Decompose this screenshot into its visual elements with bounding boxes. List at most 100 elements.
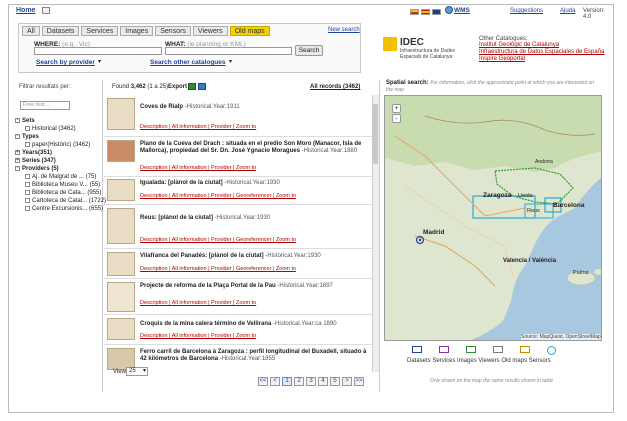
map-thumbnail[interactable] xyxy=(107,179,135,201)
provider-item[interactable]: Centre Excursionis... (655) xyxy=(15,205,106,213)
expand-icon[interactable]: + xyxy=(15,149,20,155)
catalan-flag-icon[interactable] xyxy=(410,9,419,15)
tab-services[interactable]: Services xyxy=(81,26,119,36)
collapse-icon[interactable]: - xyxy=(15,117,20,123)
map-canvas[interactable] xyxy=(385,96,602,341)
scrollbar-thumb[interactable] xyxy=(373,104,378,164)
last-page-button[interactable]: >> xyxy=(354,377,364,386)
result-item[interactable]: Igualada: [plànol de la ciutat] -Histori… xyxy=(104,177,372,205)
tab-sensors[interactable]: Sensors xyxy=(155,26,191,36)
result-links[interactable]: Description | All information | Provider… xyxy=(140,237,296,243)
provider-item[interactable]: Cartoteca de Catal... (1722) xyxy=(15,197,106,205)
tab-viewers[interactable]: Viewers xyxy=(192,26,228,36)
chevron-down-icon[interactable]: ▾ xyxy=(229,58,232,65)
checkbox[interactable] xyxy=(25,141,30,147)
result-links[interactable]: Description | All information | Provider… xyxy=(140,300,256,306)
tree-years[interactable]: + Years(351) xyxy=(15,149,106,157)
result-links[interactable]: Description | All information | Provider… xyxy=(140,266,296,272)
catalogue-link-inspire[interactable]: Inspire Geoportal xyxy=(479,56,604,63)
result-item[interactable]: Croquis de la mina calera término de Vel… xyxy=(104,315,372,345)
chevron-down-icon[interactable]: ▾ xyxy=(98,58,101,65)
page-5-button[interactable]: 5 xyxy=(330,377,340,386)
first-page-button[interactable]: << xyxy=(258,377,268,386)
tree-series[interactable]: + Series (347) xyxy=(15,157,106,165)
page-2-button[interactable]: 2 xyxy=(294,377,304,386)
next-page-button[interactable]: > xyxy=(342,377,352,386)
result-title[interactable]: Igualada: [plànol de la ciutat] -Histori… xyxy=(140,180,370,187)
tab-images[interactable]: Images xyxy=(120,26,154,36)
map-thumbnail[interactable] xyxy=(107,252,135,276)
result-item[interactable]: Projecte de reforma de la Plaça Portal d… xyxy=(104,279,372,315)
zoom-out-button[interactable]: - xyxy=(392,114,401,123)
home-icon[interactable] xyxy=(42,7,50,14)
free-text-input[interactable]: Free text... xyxy=(20,101,70,110)
collapse-icon[interactable]: - xyxy=(15,133,20,139)
tree-providers[interactable]: - Providers (5) xyxy=(15,165,106,173)
search-button[interactable]: Search xyxy=(295,45,323,56)
result-title[interactable]: Ferro carril de Barcelona à Zaragoza : p… xyxy=(140,349,370,363)
checkbox[interactable] xyxy=(25,173,30,179)
suggestions-link[interactable]: Suggestions xyxy=(510,8,543,14)
map-view[interactable]: Zaragoza Lleida Barcelona Reus Madrid Va… xyxy=(384,95,602,341)
map-thumbnail[interactable] xyxy=(107,98,135,130)
result-item[interactable]: Plano de la Cueva del Drach : situada en… xyxy=(104,137,372,177)
what-input[interactable] xyxy=(165,47,292,55)
result-item[interactable]: Coves de Rialp -Historical.Year:1911 Des… xyxy=(104,95,372,137)
result-title[interactable]: Projecte de reforma de la Plaça Portal d… xyxy=(140,283,370,290)
result-links[interactable]: Description | All information | Provider… xyxy=(140,165,256,171)
provider-item[interactable]: Aj. de Malgrat de ... (75) xyxy=(15,173,106,181)
result-title[interactable]: Vilafranca del Panadés: [plànol de la ci… xyxy=(140,253,370,260)
checkbox[interactable] xyxy=(25,197,30,203)
map-thumbnail[interactable] xyxy=(107,282,135,312)
result-title[interactable]: Plano de la Cueva del Drach : situada en… xyxy=(140,141,370,155)
language-flags xyxy=(410,9,441,15)
page-size-select[interactable]: 25 ▾ xyxy=(126,367,148,376)
result-title[interactable]: Croquis de la mina calera término de Vel… xyxy=(140,321,370,328)
tree-sets[interactable]: - Sets xyxy=(15,117,106,125)
zoom-in-button[interactable]: + xyxy=(392,104,401,113)
kml-export-icon[interactable] xyxy=(198,83,206,90)
search-by-provider-link[interactable]: Search by provider xyxy=(36,59,95,66)
tab-old-maps[interactable]: Old maps xyxy=(229,26,270,36)
prev-page-button[interactable]: < xyxy=(270,377,280,386)
map-thumbnail[interactable] xyxy=(107,208,135,244)
english-flag-icon[interactable] xyxy=(432,9,441,15)
expand-icon[interactable]: + xyxy=(15,157,20,163)
result-item[interactable]: Vilafranca del Panadés: [plànol de la ci… xyxy=(104,249,372,279)
search-other-catalogues-link[interactable]: Search other catalogues xyxy=(150,59,226,66)
map-thumbnail[interactable] xyxy=(107,140,135,162)
page-4-button[interactable]: 4 xyxy=(318,377,328,386)
tree-sets-historical[interactable]: Historical (3462) xyxy=(15,125,106,133)
checkbox[interactable] xyxy=(25,125,30,131)
result-meta: -Historical.Year:1911 xyxy=(184,104,240,110)
catalogue-link-igc[interactable]: Institut Geològic de Catalunya xyxy=(479,42,604,49)
tab-datasets[interactable]: Datasets xyxy=(41,26,80,36)
tree-types[interactable]: - Types xyxy=(15,133,106,141)
result-links[interactable]: Description | All information | Provider… xyxy=(140,193,296,199)
where-input[interactable] xyxy=(34,47,162,55)
map-thumbnail[interactable] xyxy=(107,318,135,340)
checkbox[interactable] xyxy=(25,205,30,211)
provider-item[interactable]: Biblioteca Museu V... (55) xyxy=(15,181,106,189)
new-search-link[interactable]: New search xyxy=(328,27,360,33)
excel-export-icon[interactable] xyxy=(188,83,196,90)
tree-types-paper[interactable]: paper(Històric) (3462) xyxy=(15,141,106,149)
catalogue-link-idee[interactable]: Infraestructura de Datos Espaciales de E… xyxy=(479,49,604,56)
provider-item[interactable]: Biblioteca de Cata... (955) xyxy=(15,189,106,197)
page-3-button[interactable]: 3 xyxy=(306,377,316,386)
wms-link[interactable]: WMS xyxy=(454,7,470,14)
spanish-flag-icon[interactable] xyxy=(421,9,430,15)
collapse-icon[interactable]: - xyxy=(15,165,20,171)
help-link[interactable]: Ajuda xyxy=(560,8,575,14)
home-link[interactable]: Home xyxy=(16,7,35,14)
checkbox[interactable] xyxy=(25,181,30,187)
result-links[interactable]: Description | All information | Provider… xyxy=(140,124,256,130)
checkbox[interactable] xyxy=(25,189,30,195)
result-title[interactable]: Coves de Rialp -Historical.Year:1911 xyxy=(140,104,370,111)
result-item[interactable]: Reus: [plànol de la ciutat] -Historical.… xyxy=(104,205,372,249)
result-title[interactable]: Reus: [plànol de la ciutat] -Historical.… xyxy=(140,215,370,222)
tab-all[interactable]: All xyxy=(22,26,40,36)
page-1-button[interactable]: 1 xyxy=(282,377,292,386)
result-links[interactable]: Description | All information | Provider… xyxy=(140,333,256,339)
all-records-link[interactable]: All records (3462) xyxy=(310,84,360,90)
